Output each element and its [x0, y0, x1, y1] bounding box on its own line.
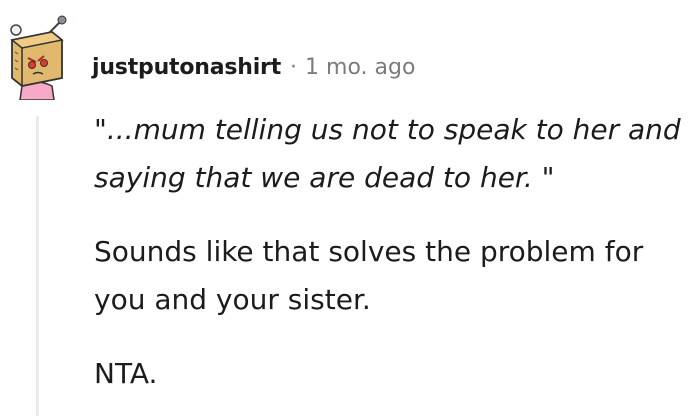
comment-quote-paragraph: "...mum telling us not to speak to her a…: [94, 113, 681, 194]
snoovatar-icon: [10, 15, 67, 101]
user-avatar-icon[interactable]: [2, 8, 70, 101]
comment-paragraph: Sounds like that solves the problem for …: [94, 235, 644, 316]
comment-verdict-paragraph: NTA.: [94, 357, 158, 390]
thread-collapse-line[interactable]: [36, 116, 39, 416]
comment-header: justputonashirt · 1 mo. ago: [92, 50, 415, 84]
comment-body: "...mum telling us not to speak to her a…: [94, 106, 694, 398]
comment: justputonashirt · 1 mo. ago "...mum tell…: [0, 0, 700, 416]
author-username[interactable]: justputonashirt: [92, 55, 281, 80]
meta-separator: ·: [290, 54, 298, 80]
comment-timestamp[interactable]: 1 mo. ago: [305, 55, 415, 80]
